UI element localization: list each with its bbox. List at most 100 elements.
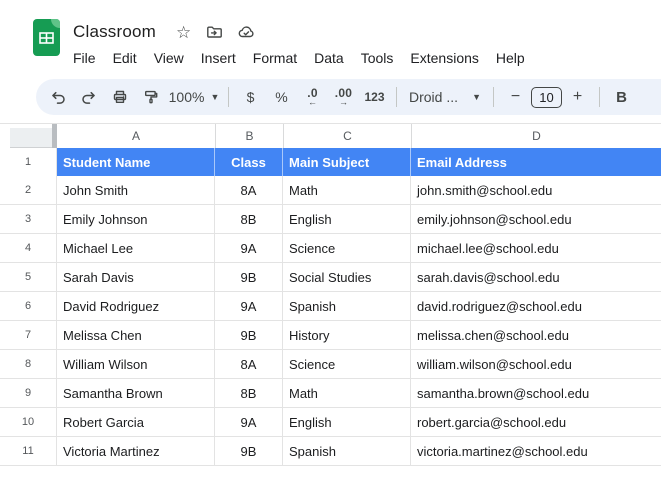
cell-D4[interactable]: michael.lee@school.edu bbox=[411, 234, 661, 262]
menu-item-view[interactable]: View bbox=[154, 50, 184, 66]
row-number-6[interactable]: 6 bbox=[0, 292, 57, 320]
cell-C11[interactable]: Spanish bbox=[283, 437, 411, 465]
document-title[interactable]: Classroom bbox=[73, 22, 156, 42]
undo-button[interactable] bbox=[42, 82, 73, 112]
row-number-5[interactable]: 5 bbox=[0, 263, 57, 291]
decrease-font-size-button[interactable]: − bbox=[500, 82, 531, 112]
select-all-corner[interactable] bbox=[0, 124, 57, 149]
cell-B3[interactable]: 8B bbox=[215, 205, 283, 233]
menu-item-extensions[interactable]: Extensions bbox=[410, 50, 478, 66]
row-number-4[interactable]: 4 bbox=[0, 234, 57, 262]
number-format-icon: 123 bbox=[364, 90, 385, 104]
cloud-saved-icon[interactable] bbox=[237, 23, 256, 41]
paint-format-button[interactable] bbox=[135, 82, 166, 112]
print-button[interactable] bbox=[104, 82, 135, 112]
row-number-1[interactable]: 1 bbox=[0, 148, 57, 176]
minus-icon: − bbox=[510, 88, 521, 105]
cell-D3[interactable]: emily.johnson@school.edu bbox=[411, 205, 661, 233]
cell-C3[interactable]: English bbox=[283, 205, 411, 233]
cell-D8[interactable]: william.wilson@school.edu bbox=[411, 350, 661, 378]
row-number-7[interactable]: 7 bbox=[0, 321, 57, 349]
format-percent-button[interactable]: % bbox=[266, 82, 297, 112]
menu-item-data[interactable]: Data bbox=[314, 50, 344, 66]
cell-A1[interactable]: Student Name bbox=[57, 148, 215, 176]
table-row: 3 Emily Johnson 8B English emily.johnson@sch… bbox=[0, 205, 661, 234]
menu-item-tools[interactable]: Tools bbox=[361, 50, 394, 66]
increase-font-size-button[interactable]: + bbox=[562, 82, 593, 112]
cell-B10[interactable]: 9A bbox=[215, 408, 283, 436]
cell-B5[interactable]: 9B bbox=[215, 263, 283, 291]
cell-C1[interactable]: Main Subject bbox=[283, 148, 411, 176]
redo-button[interactable] bbox=[73, 82, 104, 112]
table-row: 4 Michael Lee 9A Science michael.lee@school.… bbox=[0, 234, 661, 263]
cell-C2[interactable]: Math bbox=[283, 176, 411, 204]
menu-item-file[interactable]: File bbox=[73, 50, 96, 66]
cell-C6[interactable]: Spanish bbox=[283, 292, 411, 320]
cell-A9[interactable]: Samantha Brown bbox=[57, 379, 215, 407]
cell-A4[interactable]: Michael Lee bbox=[57, 234, 215, 262]
cell-C8[interactable]: Science bbox=[283, 350, 411, 378]
cell-D2[interactable]: john.smith@school.edu bbox=[411, 176, 661, 204]
star-icon[interactable]: ☆ bbox=[176, 24, 191, 41]
move-to-folder-icon[interactable] bbox=[205, 23, 223, 41]
menu-item-edit[interactable]: Edit bbox=[113, 50, 137, 66]
zoom-select[interactable]: 100% ▼ bbox=[166, 82, 222, 112]
menu-item-insert[interactable]: Insert bbox=[201, 50, 236, 66]
decrease-decimal-icon: .0 ← bbox=[307, 85, 318, 107]
cell-C4[interactable]: Science bbox=[283, 234, 411, 262]
row-number-2[interactable]: 2 bbox=[0, 176, 57, 204]
font-size-input[interactable]: 10 bbox=[531, 86, 562, 108]
cell-B6[interactable]: 9A bbox=[215, 292, 283, 320]
cell-B7[interactable]: 9B bbox=[215, 321, 283, 349]
cell-B8[interactable]: 8A bbox=[215, 350, 283, 378]
cell-B11[interactable]: 9B bbox=[215, 437, 283, 465]
menu-item-format[interactable]: Format bbox=[253, 50, 297, 66]
cell-D7[interactable]: melissa.chen@school.edu bbox=[411, 321, 661, 349]
cell-D6[interactable]: david.rodriguez@school.edu bbox=[411, 292, 661, 320]
title-action-icons: ☆ bbox=[176, 23, 256, 41]
format-currency-button[interactable]: $ bbox=[235, 82, 266, 112]
number-format-button[interactable]: 123 bbox=[359, 82, 390, 112]
cell-C7[interactable]: History bbox=[283, 321, 411, 349]
column-header-a[interactable]: A bbox=[57, 124, 215, 148]
row-number-9[interactable]: 9 bbox=[0, 379, 57, 407]
cell-B1[interactable]: Class bbox=[215, 148, 283, 176]
cell-B2[interactable]: 8A bbox=[215, 176, 283, 204]
row-number-8[interactable]: 8 bbox=[0, 350, 57, 378]
cell-A3[interactable]: Emily Johnson bbox=[57, 205, 215, 233]
sheets-logo-icon[interactable] bbox=[33, 19, 60, 56]
column-header-d[interactable]: D bbox=[411, 124, 661, 148]
cell-A6[interactable]: David Rodriguez bbox=[57, 292, 215, 320]
row-number-3[interactable]: 3 bbox=[0, 205, 57, 233]
table-row: 11 Victoria Martinez 9B Spanish victoria.mar… bbox=[0, 437, 661, 466]
row-number-10[interactable]: 10 bbox=[0, 408, 57, 436]
menu-item-help[interactable]: Help bbox=[496, 50, 525, 66]
cell-A5[interactable]: Sarah Davis bbox=[57, 263, 215, 291]
cell-B4[interactable]: 9A bbox=[215, 234, 283, 262]
cell-C5[interactable]: Social Studies bbox=[283, 263, 411, 291]
decrease-decimal-button[interactable]: .0 ← bbox=[297, 82, 328, 112]
cell-A11[interactable]: Victoria Martinez bbox=[57, 437, 215, 465]
column-header-c[interactable]: C bbox=[283, 124, 411, 148]
cell-D5[interactable]: sarah.davis@school.edu bbox=[411, 263, 661, 291]
bold-button[interactable]: B bbox=[606, 82, 637, 112]
column-header-b[interactable]: B bbox=[215, 124, 283, 148]
cell-A8[interactable]: William Wilson bbox=[57, 350, 215, 378]
increase-decimal-button[interactable]: .00 → bbox=[328, 82, 359, 112]
cell-A7[interactable]: Melissa Chen bbox=[57, 321, 215, 349]
cell-D1[interactable]: Email Address bbox=[411, 148, 661, 176]
cell-A10[interactable]: Robert Garcia bbox=[57, 408, 215, 436]
cell-B9[interactable]: 8B bbox=[215, 379, 283, 407]
cell-D11[interactable]: victoria.martinez@school.edu bbox=[411, 437, 661, 465]
cell-C10[interactable]: English bbox=[283, 408, 411, 436]
cell-A2[interactable]: John Smith bbox=[57, 176, 215, 204]
font-family-select[interactable]: Droid ... ▼ bbox=[403, 82, 487, 112]
cell-D9[interactable]: samantha.brown@school.edu bbox=[411, 379, 661, 407]
font-family-value: Droid ... bbox=[409, 89, 459, 105]
row-number-11[interactable]: 11 bbox=[0, 437, 57, 465]
percent-icon: % bbox=[275, 89, 288, 105]
cell-D10[interactable]: robert.garcia@school.edu bbox=[411, 408, 661, 436]
table-row: 6 David Rodriguez 9A Spanish david.rodriguez… bbox=[0, 292, 661, 321]
toolbar-divider bbox=[493, 87, 494, 107]
cell-C9[interactable]: Math bbox=[283, 379, 411, 407]
